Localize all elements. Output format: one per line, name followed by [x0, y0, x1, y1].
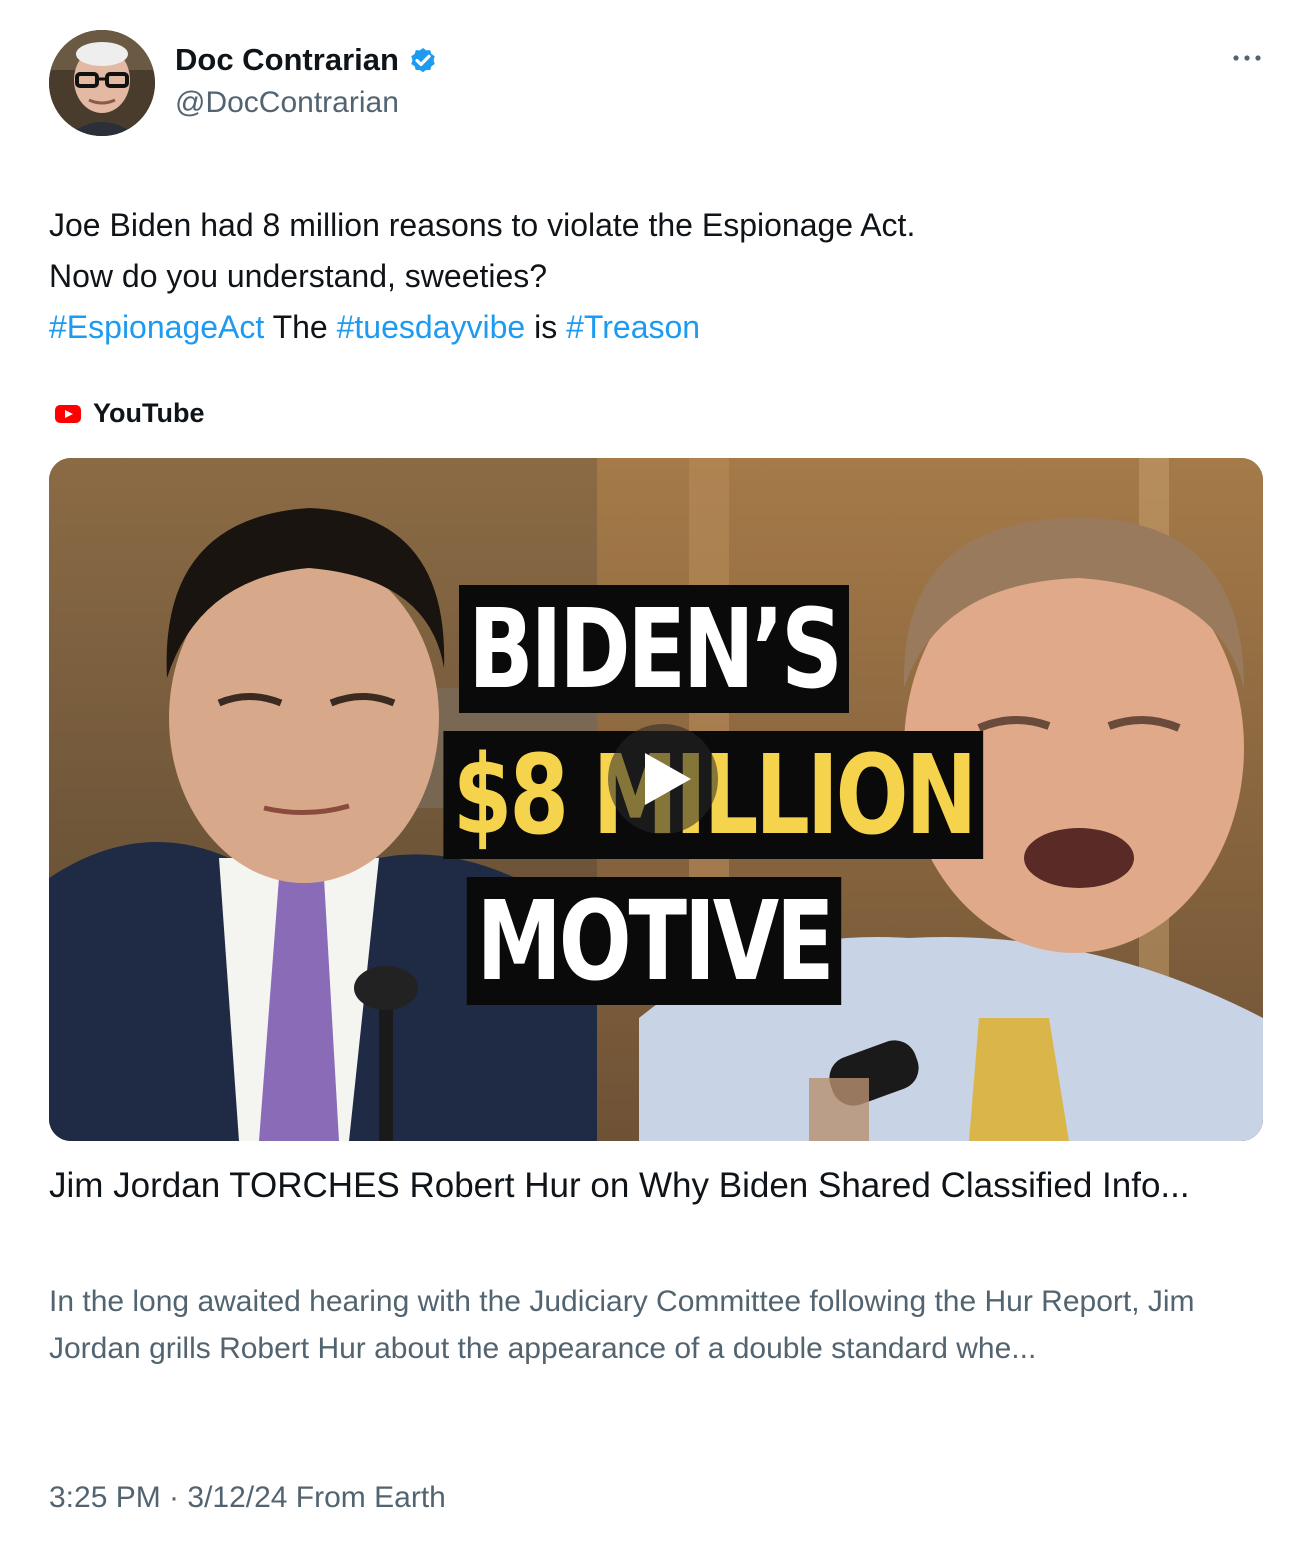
name-row: Doc Contrarian	[175, 42, 439, 78]
tweet-word-is: is	[534, 309, 558, 345]
video-thumbnail[interactable]: BIDEN’S $8 MILLION MOTIVE	[49, 458, 1263, 1141]
youtube-icon	[55, 404, 81, 423]
hashtag-treason[interactable]: #Treason	[566, 309, 700, 345]
tweet-line-2: Now do you understand, sweeties?	[49, 258, 548, 294]
thumbnail-line-1: BIDEN’S	[443, 576, 864, 722]
thumbnail-line-2-amount: $8	[452, 731, 569, 859]
card-title[interactable]: Jim Jordan TORCHES Robert Hur on Why Bid…	[49, 1162, 1264, 1209]
hashtag-espionageact[interactable]: #EspionageAct	[49, 309, 264, 345]
tweet-text: Joe Biden had 8 million reasons to viola…	[49, 200, 1264, 353]
thumbnail-line-3-text: MOTIVE	[467, 877, 841, 1005]
play-icon	[645, 753, 691, 805]
avatar-image	[49, 30, 155, 136]
tweet-header: Doc Contrarian @DocContrarian	[49, 30, 1264, 140]
play-button[interactable]	[608, 724, 718, 834]
display-name[interactable]: Doc Contrarian	[175, 42, 399, 78]
more-options-icon[interactable]	[1230, 48, 1264, 68]
tweet-timestamp[interactable]: 3:25 PM · 3/12/24 From Earth	[49, 1481, 446, 1515]
card-source: YouTube	[55, 398, 204, 429]
avatar[interactable]	[49, 30, 155, 136]
thumbnail-line-1-text: BIDEN’S	[458, 585, 850, 713]
tweet-line-3: #EspionageAct The #tuesdayvibe is #Treas…	[49, 302, 1264, 353]
tweet-word-the: The	[272, 309, 328, 345]
tweet-line-1: Joe Biden had 8 million reasons to viola…	[49, 207, 916, 243]
hashtag-tuesdayvibe[interactable]: #tuesdayvibe	[337, 309, 526, 345]
card-description: In the long awaited hearing with the Jud…	[49, 1285, 1195, 1365]
thumbnail-line-3: MOTIVE	[443, 868, 864, 1014]
verified-badge-icon	[411, 48, 435, 73]
card-source-label: YouTube	[93, 398, 205, 428]
user-handle[interactable]: @DocContrarian	[175, 86, 399, 120]
